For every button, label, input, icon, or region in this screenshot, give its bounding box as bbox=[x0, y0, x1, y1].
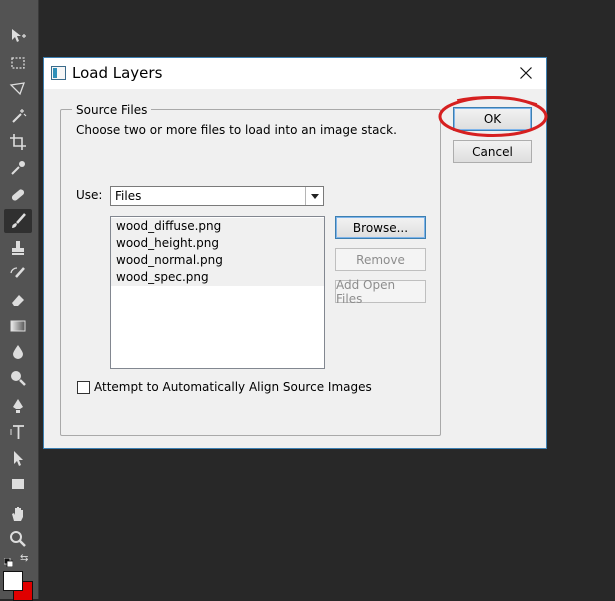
app-icon bbox=[51, 66, 66, 80]
list-item[interactable]: wood_diffuse.png bbox=[111, 218, 324, 235]
gradient-icon[interactable] bbox=[4, 314, 32, 338]
use-label: Use: bbox=[76, 188, 103, 202]
hand-icon[interactable] bbox=[4, 502, 32, 526]
zoom-icon[interactable] bbox=[4, 527, 32, 551]
description-text: Choose two or more files to load into an… bbox=[76, 123, 397, 137]
load-layers-dialog: Load Layers Source Files Choose two or m… bbox=[43, 57, 547, 449]
file-list[interactable]: wood_diffuse.png wood_height.png wood_no… bbox=[110, 216, 325, 369]
chevron-down-icon[interactable] bbox=[305, 187, 323, 205]
eraser-icon[interactable] bbox=[4, 288, 32, 312]
ok-button[interactable]: OK bbox=[453, 107, 532, 131]
brush-icon[interactable] bbox=[4, 209, 32, 233]
close-button[interactable] bbox=[514, 62, 538, 84]
pen-icon[interactable] bbox=[4, 394, 32, 418]
history-brush-icon[interactable] bbox=[4, 262, 32, 286]
list-item[interactable]: wood_normal.png bbox=[111, 252, 324, 269]
marquee-icon[interactable] bbox=[4, 51, 32, 75]
type-icon[interactable] bbox=[4, 420, 32, 444]
clone-stamp-icon[interactable] bbox=[4, 236, 32, 260]
magic-wand-icon[interactable] bbox=[4, 104, 32, 128]
healing-brush-icon[interactable] bbox=[4, 183, 32, 207]
default-colors-icon[interactable] bbox=[3, 556, 14, 568]
browse-button[interactable]: Browse... bbox=[335, 216, 426, 239]
swap-colors-icon[interactable]: ⇆ bbox=[20, 553, 28, 564]
remove-button[interactable]: Remove bbox=[335, 248, 426, 271]
path-selection-icon[interactable] bbox=[4, 446, 32, 470]
crop-icon[interactable] bbox=[4, 130, 32, 154]
group-label: Source Files bbox=[72, 103, 152, 117]
add-open-files-button[interactable]: Add Open Files bbox=[335, 278, 426, 306]
align-images-checkbox[interactable] bbox=[77, 381, 90, 394]
cancel-button[interactable]: Cancel bbox=[453, 140, 532, 163]
dodge-icon[interactable] bbox=[4, 366, 32, 390]
tools-panel: ⇆ bbox=[0, 0, 39, 601]
dialog-title: Load Layers bbox=[72, 64, 163, 82]
eyedropper-icon[interactable] bbox=[4, 156, 32, 180]
list-item[interactable]: wood_spec.png bbox=[111, 269, 324, 286]
list-item[interactable]: wood_height.png bbox=[111, 235, 324, 252]
close-icon bbox=[520, 67, 532, 79]
blur-icon[interactable] bbox=[4, 340, 32, 364]
align-images-label[interactable]: Attempt to Automatically Align Source Im… bbox=[94, 380, 372, 394]
use-dropdown-value: Files bbox=[115, 189, 142, 203]
dialog-titlebar[interactable]: Load Layers bbox=[44, 58, 546, 89]
lasso-icon[interactable] bbox=[4, 77, 32, 101]
foreground-color-swatch[interactable] bbox=[3, 571, 23, 591]
rectangle-icon[interactable] bbox=[4, 472, 32, 496]
move-icon[interactable] bbox=[4, 24, 32, 48]
use-dropdown[interactable]: Files bbox=[110, 186, 324, 206]
